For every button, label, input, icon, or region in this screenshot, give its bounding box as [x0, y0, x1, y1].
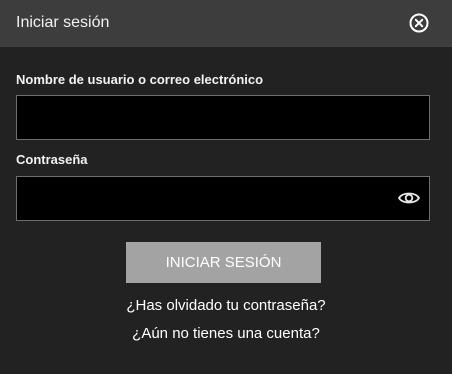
password-label: Contraseña	[16, 152, 88, 167]
login-dialog: Iniciar sesión Nombre de usuario o corre…	[0, 0, 452, 374]
password-input[interactable]	[16, 176, 430, 221]
username-input[interactable]	[16, 95, 430, 140]
login-button[interactable]: INICIAR SESIÓN	[126, 242, 321, 283]
close-icon[interactable]	[408, 12, 430, 34]
dialog-title: Iniciar sesión	[16, 14, 110, 31]
signup-link[interactable]: ¿Aún no tienes una cuenta?	[0, 325, 452, 343]
dialog-header: Iniciar sesión	[0, 0, 452, 47]
username-label: Nombre de usuario o correo electrónico	[16, 72, 264, 87]
eye-icon[interactable]	[397, 188, 421, 208]
forgot-password-link[interactable]: ¿Has olvidado tu contraseña?	[0, 297, 452, 315]
